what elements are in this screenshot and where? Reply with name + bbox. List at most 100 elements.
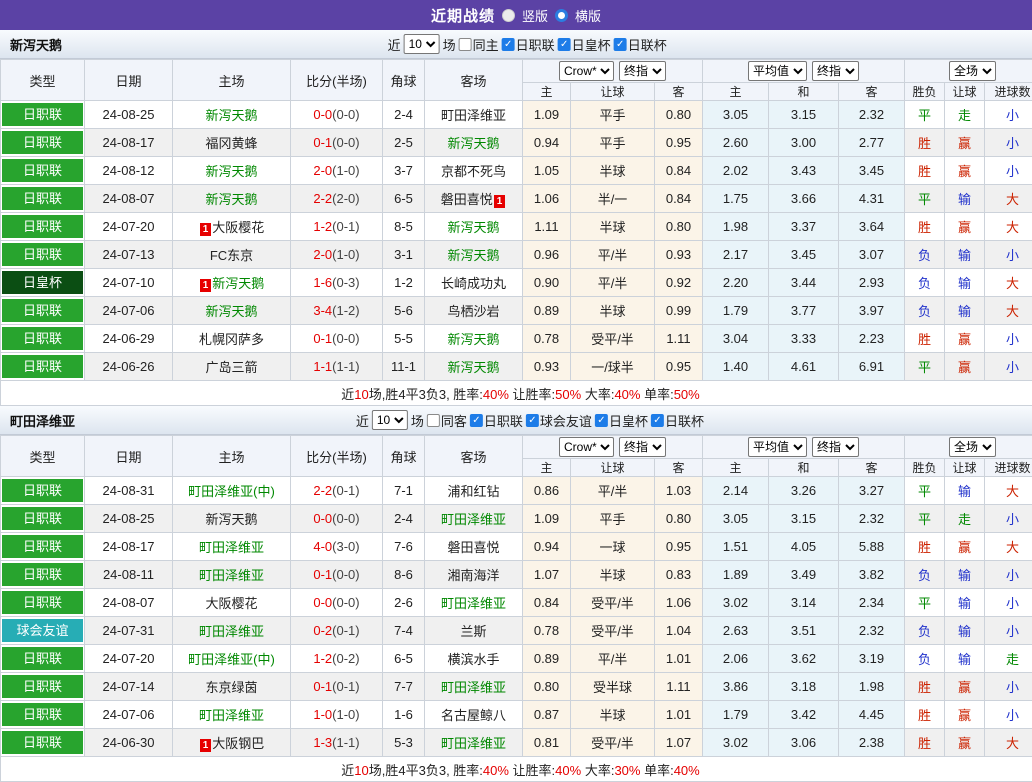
result-wdl-cell-value: 胜 <box>918 164 931 179</box>
same-venue-checkbox[interactable]: 同主 <box>459 35 499 54</box>
score-cell: 0-1(0-0) <box>291 129 383 157</box>
halftime-score: (0-0) <box>332 107 359 122</box>
date-cell: 24-07-13 <box>85 241 173 269</box>
odds-home-cell: 0.90 <box>523 269 571 297</box>
odds-home-cell: 0.96 <box>523 241 571 269</box>
same-venue-checkbox-label: 同客 <box>441 411 467 430</box>
col-header: 比分(半场) <box>291 436 383 477</box>
match-count-select[interactable]: 10 <box>404 34 440 54</box>
match-count-select[interactable]: 10 <box>372 410 408 430</box>
score-cell: 1-0(1-0) <box>291 701 383 729</box>
avg-time-select[interactable]: 终指 <box>812 437 859 457</box>
result-wdl-cell: 胜 <box>905 673 945 701</box>
odds-home-cell: 0.87 <box>523 701 571 729</box>
home-team-cell: 新泻天鹅 <box>173 157 291 185</box>
competition-checkbox[interactable]: ✓日皇杯 <box>558 35 611 54</box>
corner-cell: 8-5 <box>383 213 425 241</box>
header-row-top: 类型日期主场比分(半场)角球客场Crow*终指平均值终指全场 <box>1 60 1032 83</box>
sub-col-header: 胜负 <box>905 83 945 101</box>
summary-segment: 场,胜4平3负3, 胜率: <box>369 763 483 778</box>
competition-checkbox[interactable]: ✓日联杯 <box>651 411 704 430</box>
avg-source-select[interactable]: 平均值 <box>748 437 807 457</box>
horizontal-layout-radio[interactable] <box>555 9 568 22</box>
odds-away-cell: 1.07 <box>655 729 703 757</box>
halftime-score: (1-1) <box>332 735 359 750</box>
result-wdl-cell-value: 负 <box>918 652 931 667</box>
competition-badge: 日职联 <box>2 327 83 350</box>
scope-select[interactable]: 全场 <box>949 437 996 457</box>
competition-checkbox-box[interactable]: ✓ <box>595 414 608 427</box>
competition-checkbox-label: 日职联 <box>516 35 555 54</box>
avg-home-cell: 2.20 <box>703 269 769 297</box>
competition-checkbox-box[interactable]: ✓ <box>470 414 483 427</box>
match-row: 日职联24-08-12新泻天鹅2-0(1-0)3-7京都不死鸟1.05半球0.8… <box>1 157 1032 185</box>
competition-checkbox-box[interactable]: ✓ <box>526 414 539 427</box>
corner-cell: 7-1 <box>383 477 425 505</box>
result-goals-cell-value: 小 <box>1006 360 1019 375</box>
home-team-cell: 町田泽维亚 <box>173 561 291 589</box>
red-card-badge: 1 <box>200 739 212 752</box>
odds-time-select[interactable]: 终指 <box>619 61 666 81</box>
competition-checkbox[interactable]: ✓日职联 <box>470 411 523 430</box>
results-table: 类型日期主场比分(半场)角球客场Crow*终指平均值终指全场主让球客主和客胜负让… <box>0 59 1032 406</box>
score-cell: 1-1(1-1) <box>291 353 383 381</box>
competition-cell: 日职联 <box>1 589 85 617</box>
score-cell: 4-0(3-0) <box>291 533 383 561</box>
result-handicap-cell: 输 <box>945 477 985 505</box>
focus-team-name: 新泻天鹅 <box>205 108 257 123</box>
away-team-cell: 新泻天鹅 <box>425 129 523 157</box>
result-goals-cell: 小 <box>985 129 1032 157</box>
odds-source-select[interactable]: Crow* <box>559 61 614 81</box>
score-cell: 0-1(0-0) <box>291 561 383 589</box>
avg-away-cell: 2.77 <box>839 129 905 157</box>
result-goals-cell-value: 大 <box>1006 736 1019 751</box>
odds-time-select[interactable]: 终指 <box>619 437 666 457</box>
competition-cell: 日职联 <box>1 101 85 129</box>
scope-select[interactable]: 全场 <box>949 61 996 81</box>
avg-time-select[interactable]: 终指 <box>812 61 859 81</box>
same-venue-checkbox[interactable]: 同客 <box>427 411 467 430</box>
result-goals-cell: 小 <box>985 617 1032 645</box>
competition-cell: 日职联 <box>1 297 85 325</box>
sub-col-header: 客 <box>655 459 703 477</box>
summary-segment: 40% <box>483 387 509 402</box>
fulltime-score: 0-0 <box>313 511 332 526</box>
handicap-cell: 一球 <box>571 533 655 561</box>
avg-away-cell: 3.82 <box>839 561 905 589</box>
competition-checkbox[interactable]: ✓日联杯 <box>614 35 667 54</box>
team-name-text: 町田泽维亚 <box>441 108 506 123</box>
result-wdl-cell-value: 胜 <box>918 220 931 235</box>
result-goals-cell-value: 大 <box>1006 192 1019 207</box>
same-venue-checkbox-box[interactable] <box>459 38 472 51</box>
competition-cell: 日职联 <box>1 701 85 729</box>
result-wdl-cell: 平 <box>905 185 945 213</box>
result-goals-cell: 小 <box>985 157 1032 185</box>
result-handicap-cell: 输 <box>945 617 985 645</box>
fulltime-score: 0-1 <box>313 679 332 694</box>
odds-away-cell: 1.11 <box>655 325 703 353</box>
vertical-layout-radio[interactable] <box>502 9 515 22</box>
competition-checkbox-box[interactable]: ✓ <box>651 414 664 427</box>
result-handicap-cell: 赢 <box>945 213 985 241</box>
competition-checkbox[interactable]: ✓日皇杯 <box>595 411 648 430</box>
score-cell: 0-2(0-1) <box>291 617 383 645</box>
summary-segment: 50% <box>674 387 700 402</box>
result-goals-cell: 小 <box>985 101 1032 129</box>
competition-checkbox[interactable]: ✓日职联 <box>502 35 555 54</box>
odds-source-select[interactable]: Crow* <box>559 437 614 457</box>
result-wdl-cell: 胜 <box>905 157 945 185</box>
handicap-cell: 一/球半 <box>571 353 655 381</box>
avg-draw-cell: 3.14 <box>769 589 839 617</box>
odds-away-cell: 1.11 <box>655 673 703 701</box>
competition-checkbox-box[interactable]: ✓ <box>502 38 515 51</box>
competition-checkbox-box[interactable]: ✓ <box>558 38 571 51</box>
avg-source-select[interactable]: 平均值 <box>748 61 807 81</box>
summary-segment: 40% <box>555 763 581 778</box>
team-name-text: 磐田喜悦 <box>447 540 499 555</box>
result-wdl-cell-value: 平 <box>918 596 931 611</box>
same-venue-checkbox-box[interactable] <box>427 414 440 427</box>
competition-checkbox-box[interactable]: ✓ <box>614 38 627 51</box>
competition-checkbox[interactable]: ✓球会友谊 <box>526 411 592 430</box>
avg-draw-cell: 4.05 <box>769 533 839 561</box>
date-cell: 24-08-07 <box>85 589 173 617</box>
